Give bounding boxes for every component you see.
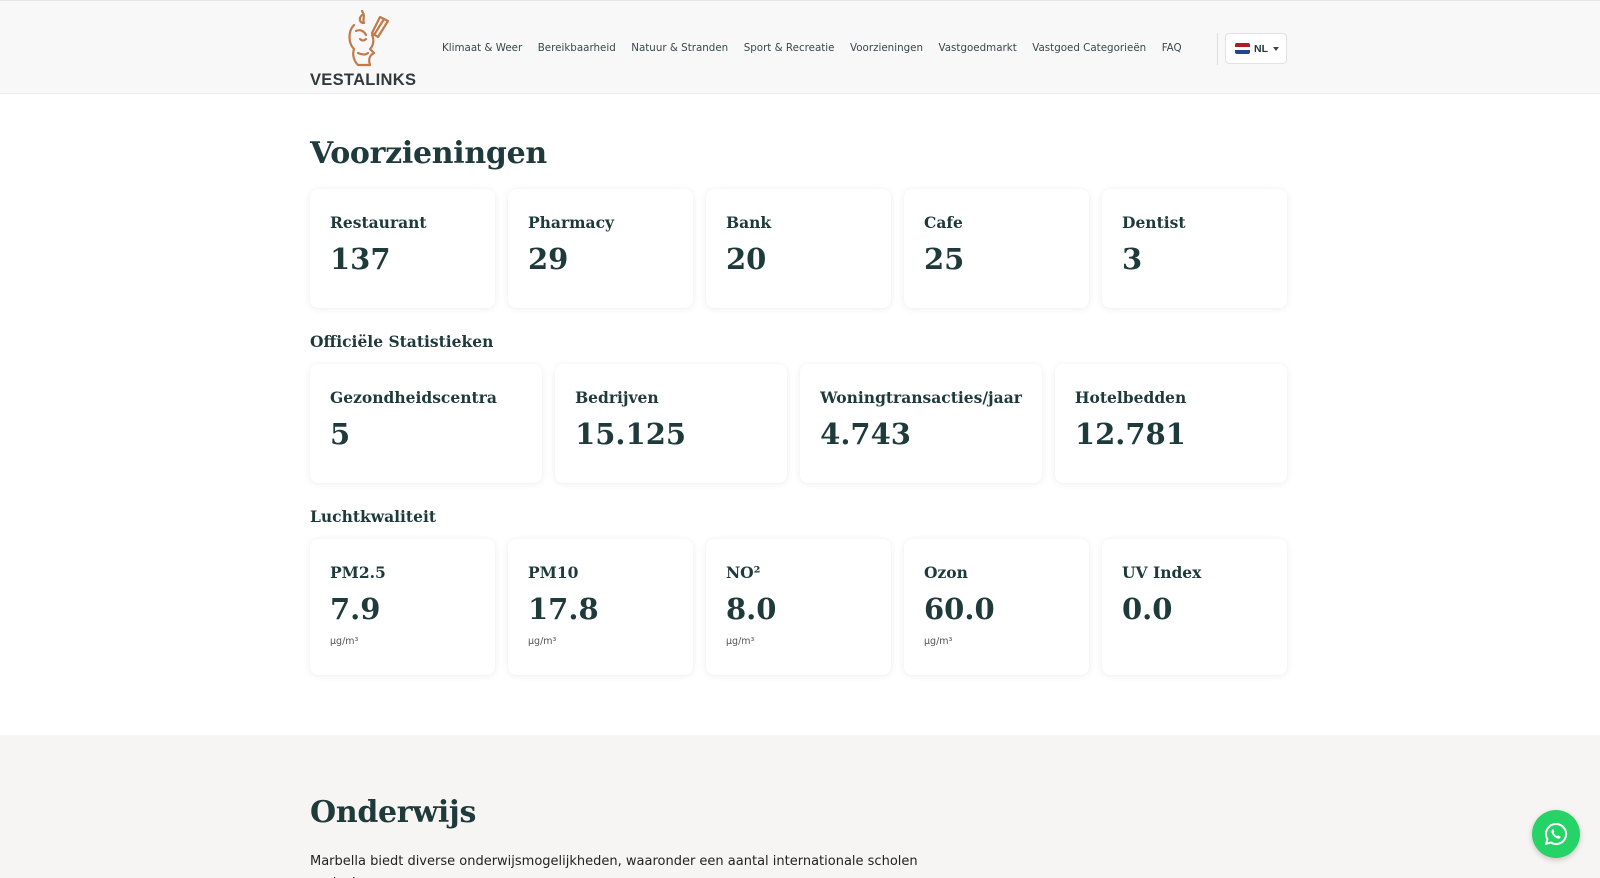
- air-unit: µg/m³: [330, 636, 359, 647]
- whatsapp-icon: [1544, 822, 1568, 846]
- stat-label: Cafe: [924, 213, 963, 232]
- air-unit: µg/m³: [924, 636, 953, 647]
- stat-value: 3: [1122, 242, 1143, 276]
- stat-card-restaurant: Restaurant 137: [310, 189, 495, 308]
- air-unit: µg/m³: [528, 636, 557, 647]
- stat-label: Woningtransacties/jaar: [820, 388, 1022, 407]
- nav-natuur-stranden[interactable]: Natuur & Stranden: [631, 42, 728, 54]
- nav-divider: [1217, 33, 1218, 65]
- nav-faq[interactable]: FAQ: [1162, 42, 1182, 54]
- section-title-statistieken: Officiële Statistieken: [310, 332, 494, 351]
- stat-card-bank: Bank 20: [706, 189, 891, 308]
- site-header: VESTALINKS Klimaat & Weer Bereikbaarheid…: [0, 0, 1600, 94]
- air-card-pm25: PM2.5 7.9 µg/m³: [310, 539, 495, 675]
- stat-card-gezondheidscentra: Gezondheidscentra 5: [310, 364, 543, 483]
- language-code: NL: [1254, 42, 1268, 55]
- stat-card-hotelbedden: Hotelbedden 12.781: [1054, 364, 1287, 483]
- air-unit: µg/m³: [726, 636, 755, 647]
- stat-card-bedrijven: Bedrijven 15.125: [555, 364, 788, 483]
- nav-vastgoedmarkt[interactable]: Vastgoedmarkt: [939, 42, 1017, 54]
- stat-value: 29: [528, 242, 569, 276]
- language-selector[interactable]: NL: [1225, 33, 1287, 64]
- air-card-pm10: PM10 17.8 µg/m³: [508, 539, 693, 675]
- chevron-down-icon: [1273, 46, 1279, 51]
- nav-voorzieningen[interactable]: Voorzieningen: [850, 42, 923, 54]
- logo-text: VESTALINKS: [310, 71, 417, 89]
- air-value: 60.0: [924, 592, 995, 626]
- air-value: 8.0: [726, 592, 777, 626]
- stat-label: Hotelbedden: [1074, 388, 1187, 407]
- air-card-no2: NO² 8.0 µg/m³: [706, 539, 891, 675]
- section-title-voorzieningen: Voorzieningen: [310, 136, 547, 171]
- air-card-uv-index: UV Index 0.0: [1102, 539, 1287, 675]
- stat-label: Dentist: [1122, 213, 1186, 232]
- onderwijs-text: Marbella biedt diverse onderwijsmogelijk…: [310, 854, 918, 878]
- section-title-onderwijs: Onderwijs: [310, 795, 477, 830]
- dutch-flag-icon: [1235, 43, 1250, 54]
- stat-label: Bank: [726, 213, 772, 232]
- stat-label: Restaurant: [330, 213, 427, 232]
- voorzieningen-cards: Restaurant 137 Pharmacy 29 Bank 20 Cafe …: [310, 189, 1287, 308]
- stat-label: Pharmacy: [528, 213, 615, 232]
- nav-bereikbaarheid[interactable]: Bereikbaarheid: [538, 42, 616, 54]
- air-label: Ozon: [924, 563, 968, 582]
- stat-value: 4.743: [820, 417, 911, 451]
- stat-value: 15.125: [575, 417, 687, 451]
- main-nav: Klimaat & Weer Bereikbaarheid Natuur & S…: [442, 42, 1197, 54]
- air-label: UV Index: [1122, 563, 1202, 582]
- stat-label: Bedrijven: [575, 388, 659, 407]
- logo[interactable]: VESTALINKS: [310, 9, 416, 89]
- stat-value: 137: [330, 242, 391, 276]
- whatsapp-button[interactable]: [1532, 810, 1580, 858]
- stat-value: 25: [924, 242, 965, 276]
- luchtkwaliteit-cards: PM2.5 7.9 µg/m³ PM10 17.8 µg/m³ NO² 8.0 …: [310, 539, 1287, 675]
- stat-value: 20: [726, 242, 767, 276]
- stat-card-pharmacy: Pharmacy 29: [508, 189, 693, 308]
- air-value: 0.0: [1122, 592, 1173, 626]
- air-card-ozon: Ozon 60.0 µg/m³: [904, 539, 1089, 675]
- air-value: 17.8: [528, 592, 599, 626]
- stat-value: 12.781: [1074, 417, 1186, 451]
- air-label: PM10: [528, 563, 579, 582]
- stat-card-cafe: Cafe 25: [904, 189, 1089, 308]
- stat-card-woningtransacties: Woningtransacties/jaar 4.743: [800, 364, 1042, 483]
- stat-label: Gezondheidscentra: [330, 388, 497, 407]
- nav-klimaat-weer[interactable]: Klimaat & Weer: [442, 42, 522, 54]
- stat-card-dentist: Dentist 3: [1102, 189, 1287, 308]
- vesta-torch-head-icon: [348, 9, 390, 67]
- stat-value: 5: [330, 417, 351, 451]
- nav-sport-recreatie[interactable]: Sport & Recreatie: [744, 42, 835, 54]
- nav-vastgoed-categorieen[interactable]: Vastgoed Categorieën: [1032, 42, 1146, 54]
- statistieken-cards: Gezondheidscentra 5 Bedrijven 15.125 Won…: [310, 364, 1287, 483]
- air-label: PM2.5: [330, 563, 386, 582]
- air-value: 7.9: [330, 592, 381, 626]
- section-title-luchtkwaliteit: Luchtkwaliteit: [310, 507, 437, 526]
- air-label: NO²: [726, 563, 761, 582]
